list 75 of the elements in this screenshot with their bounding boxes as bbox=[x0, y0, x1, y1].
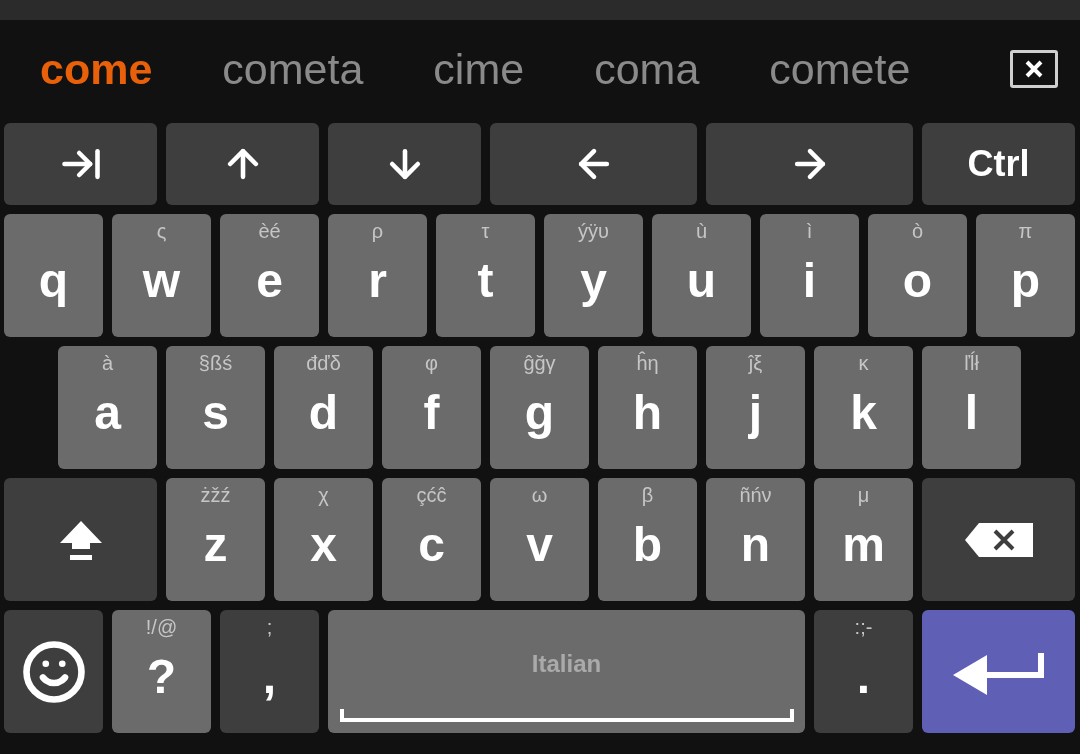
letter-key[interactable]: ω v bbox=[490, 478, 589, 601]
alternate-characters: χ bbox=[318, 484, 329, 507]
alternate-characters: π bbox=[1018, 220, 1033, 243]
letter-key[interactable]: à a bbox=[58, 346, 157, 469]
smiley-icon bbox=[20, 638, 87, 705]
letter-key[interactable]: èé e bbox=[220, 214, 319, 337]
alternate-characters: ñńν bbox=[739, 484, 772, 507]
alternate-characters: κ bbox=[858, 352, 869, 375]
ctrl-key[interactable]: Ctrl bbox=[922, 123, 1075, 205]
close-icon bbox=[1024, 59, 1044, 79]
suggestion[interactable]: coma bbox=[594, 44, 700, 94]
letter-key[interactable]: ĝğγ g bbox=[490, 346, 589, 469]
tab-key[interactable] bbox=[4, 123, 157, 205]
letter-key[interactable]: ñńν n bbox=[706, 478, 805, 601]
alternate-characters: ĵξ bbox=[748, 352, 763, 375]
letter-key[interactable]: żžź z bbox=[166, 478, 265, 601]
alternate-characters: ò bbox=[911, 220, 924, 243]
alternate-characters: ýÿυ bbox=[578, 220, 609, 243]
close-button[interactable] bbox=[1010, 50, 1058, 88]
letter-key[interactable]: ò o bbox=[868, 214, 967, 337]
alternate-characters: ù bbox=[695, 220, 708, 243]
symbol-key[interactable]: ; , bbox=[220, 610, 319, 733]
shift-key[interactable] bbox=[4, 478, 157, 601]
letter-key[interactable]: ľĺł l bbox=[922, 346, 1021, 469]
letter-key[interactable]: τ t bbox=[436, 214, 535, 337]
alternate-characters: μ bbox=[857, 484, 870, 507]
suggestion[interactable]: cime bbox=[433, 44, 525, 94]
alternate-characters: ω bbox=[531, 484, 548, 507]
letter-key[interactable]: q bbox=[4, 214, 103, 337]
letter-key[interactable]: ì i bbox=[760, 214, 859, 337]
alternate-characters: β bbox=[641, 484, 654, 507]
backspace-icon bbox=[964, 522, 1033, 557]
alternate-characters: :;- bbox=[854, 616, 873, 639]
alternate-characters: ĥη bbox=[636, 352, 659, 375]
arrow-down-key[interactable] bbox=[328, 123, 481, 205]
emoji-key[interactable] bbox=[4, 610, 103, 733]
suggestion[interactable]: comete bbox=[769, 44, 911, 94]
letter-key[interactable]: !/@ ? bbox=[112, 610, 211, 733]
alternate-characters: §ßś bbox=[198, 352, 233, 375]
backspace-key[interactable] bbox=[922, 478, 1075, 601]
symbol-key[interactable]: :;- . bbox=[814, 610, 913, 733]
letter-key[interactable]: β b bbox=[598, 478, 697, 601]
letter-key[interactable]: ĵξ j bbox=[706, 346, 805, 469]
alternate-characters: τ bbox=[481, 220, 490, 243]
suggestion[interactable]: cometa bbox=[222, 44, 364, 94]
letter-key[interactable]: φ f bbox=[382, 346, 481, 469]
letter-key[interactable]: ς w bbox=[112, 214, 211, 337]
letter-key[interactable]: μ m bbox=[814, 478, 913, 601]
space-icon bbox=[339, 709, 794, 723]
letter-key[interactable]: ρ r bbox=[328, 214, 427, 337]
alternate-characters: ρ bbox=[371, 220, 384, 243]
letter-key[interactable]: ù u bbox=[652, 214, 751, 337]
arrow-up-key[interactable] bbox=[166, 123, 319, 205]
letter-key[interactable]: κ k bbox=[814, 346, 913, 469]
alternate-characters: żžź bbox=[200, 484, 231, 507]
alternate-characters: çćĉ bbox=[416, 484, 447, 507]
alternate-characters: ĝğγ bbox=[523, 352, 556, 375]
alternate-characters: ς bbox=[156, 220, 167, 243]
letter-key[interactable]: §ßś s bbox=[166, 346, 265, 469]
letter-key[interactable]: χ x bbox=[274, 478, 373, 601]
alternate-characters: φ bbox=[425, 352, 438, 375]
alternate-characters: ì bbox=[806, 220, 813, 243]
alternate-characters: ; bbox=[266, 616, 273, 639]
alternate-characters: ľĺł bbox=[964, 352, 979, 375]
letter-key[interactable]: ĥη h bbox=[598, 346, 697, 469]
alternate-characters: đďδ bbox=[306, 352, 341, 375]
letter-key[interactable]: ýÿυ y bbox=[544, 214, 643, 337]
enter-key[interactable] bbox=[922, 610, 1075, 733]
letter-key[interactable]: π p bbox=[976, 214, 1075, 337]
letter-key[interactable]: çćĉ c bbox=[382, 478, 481, 601]
alternate-characters: !/@ bbox=[145, 616, 178, 639]
alternate-characters: èé bbox=[258, 220, 281, 243]
letter-key[interactable]: đďδ d bbox=[274, 346, 373, 469]
alternate-characters: à bbox=[101, 352, 114, 375]
suggestion[interactable]: come bbox=[40, 44, 153, 94]
